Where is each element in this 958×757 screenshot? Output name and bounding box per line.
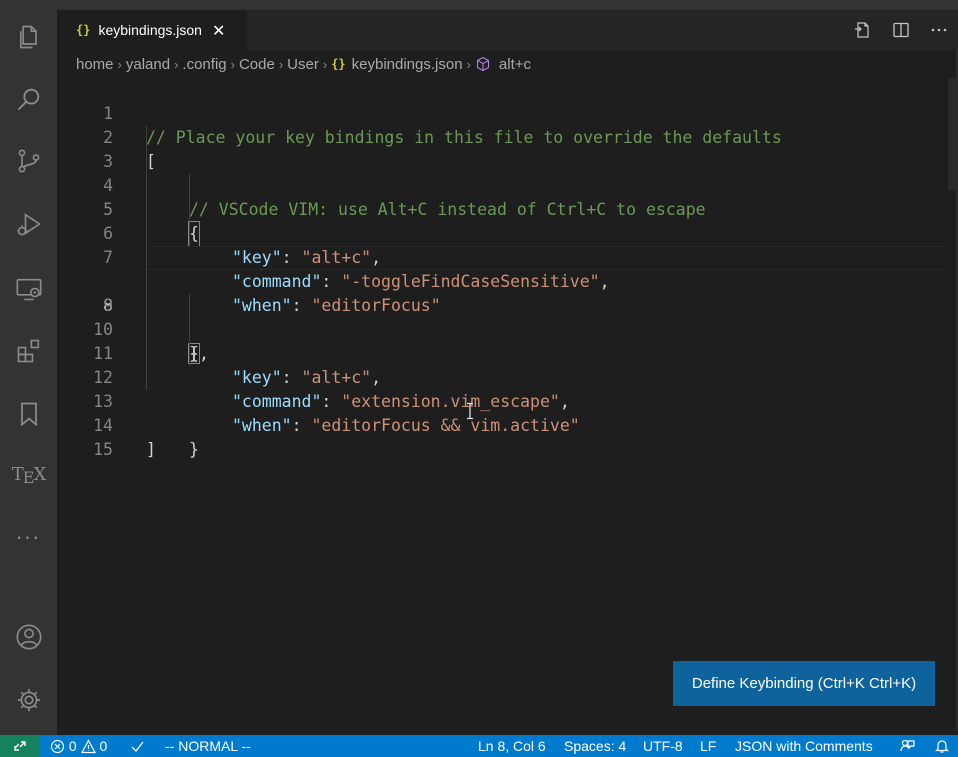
close-icon[interactable]: ✕ [212, 21, 225, 40]
warning-count: 0 [99, 738, 108, 754]
code-line: 14 ] [57, 390, 947, 459]
error-count: 0 [68, 738, 77, 754]
chevron-right-icon: › [322, 56, 328, 72]
encoding[interactable]: UTF-8 [643, 735, 683, 757]
breadcrumb-config[interactable]: .config [182, 56, 226, 73]
breadcrumb-symbol[interactable]: alt+c [499, 56, 531, 73]
scrollbar-thumb[interactable] [948, 78, 958, 190]
feedback-icon[interactable] [899, 735, 915, 757]
code-line: 1 // Place your key bindings in this fil… [57, 78, 947, 147]
code-line: 13 } [57, 366, 947, 459]
breadcrumb-home[interactable]: home [76, 56, 114, 73]
code-line: 7 "when": "editorFocus" [57, 222, 947, 315]
breadcrumb-user[interactable]: User [287, 56, 319, 73]
breadcrumb-code[interactable]: Code [239, 56, 275, 73]
remote-indicator-icon[interactable] [0, 735, 40, 757]
search-icon[interactable] [0, 74, 57, 124]
extensions-icon[interactable] [0, 326, 57, 376]
remote-explorer-icon[interactable] [0, 264, 57, 314]
end-of-line[interactable]: LF [700, 735, 716, 757]
warning-icon [80, 739, 96, 754]
indentation[interactable]: Spaces: 4 [564, 735, 626, 757]
code-line: 10 "key": "alt+c", [57, 294, 947, 387]
code-line: 9 { [57, 270, 947, 363]
code-text: } [189, 440, 199, 459]
split-editor-icon[interactable] [882, 10, 920, 50]
language-mode[interactable]: JSON with Comments [735, 735, 873, 757]
activity-bar: TEX ··· [0, 0, 57, 735]
error-icon [50, 739, 65, 754]
code-line: 12 "when": "editorFocus && vim.active" [57, 342, 947, 435]
define-keybinding-button[interactable]: Define Keybinding (Ctrl+K Ctrl+K) [673, 661, 935, 706]
status-bar: 0 0 -- NORMAL -- Ln 8, Col 6 Spaces: 4 U… [0, 735, 958, 757]
line-number: 15 [93, 440, 113, 459]
problems-indicator[interactable]: 0 0 [50, 735, 107, 757]
code-line: 2 [ [57, 102, 947, 171]
code-text: ] [146, 440, 156, 459]
notifications-bell-icon[interactable] [934, 735, 950, 757]
run-debug-icon[interactable] [0, 199, 57, 249]
code-line: 4 { [57, 150, 947, 247]
chevron-right-icon: › [278, 56, 284, 72]
chevron-right-icon: › [117, 56, 122, 72]
more-actions-icon[interactable] [920, 10, 958, 50]
code-line-active: 8 }, [57, 246, 947, 364]
tab-keybindings-json[interactable]: {} keybindings.json ✕ [57, 10, 247, 50]
symbol-object-icon [476, 56, 489, 72]
tab-bar: {} keybindings.json ✕ [57, 10, 958, 50]
source-control-icon[interactable] [0, 136, 57, 186]
check-icon[interactable] [130, 735, 145, 757]
chevron-right-icon: › [174, 56, 179, 72]
tab-label: keybindings.json [98, 22, 202, 38]
bookmark-icon[interactable] [0, 389, 57, 439]
account-icon[interactable] [0, 612, 57, 662]
editor-actions [844, 10, 958, 50]
title-strip [0, 0, 958, 10]
code-line: 3 // VSCode VIM: use Alt+C instead of Ct… [57, 126, 947, 219]
json-braces-icon: {} [76, 23, 91, 37]
breadcrumb-yaland[interactable]: yaland [126, 56, 170, 73]
open-keybindings-ui-icon[interactable] [844, 10, 882, 50]
breadcrumb: home › yaland › .config › Code › User › … [76, 52, 531, 76]
current-line-highlight [146, 246, 947, 270]
code-line: 5 "key": "alt+c", [57, 174, 947, 267]
settings-gear-icon[interactable] [0, 675, 57, 725]
chevron-right-icon: › [230, 56, 235, 72]
code-line: 11 "command": "extension.vim_escape", [57, 318, 947, 411]
json-braces-icon: {} [331, 57, 346, 71]
more-icon[interactable]: ··· [0, 513, 57, 563]
chevron-right-icon: › [466, 56, 471, 72]
tex-icon[interactable]: TEX [0, 450, 57, 500]
code-line: 15 [57, 414, 947, 459]
code-line: 6 "command": "-toggleFindCaseSensitive", [57, 198, 947, 291]
breadcrumb-file[interactable]: keybindings.json [352, 56, 463, 73]
cursor-position[interactable]: Ln 8, Col 6 [478, 735, 546, 757]
vim-mode: -- NORMAL -- [165, 738, 251, 754]
files-icon[interactable] [0, 12, 57, 62]
code-editor[interactable]: 1 // Place your key bindings in this fil… [57, 78, 947, 735]
text-cursor-icon [467, 402, 473, 420]
